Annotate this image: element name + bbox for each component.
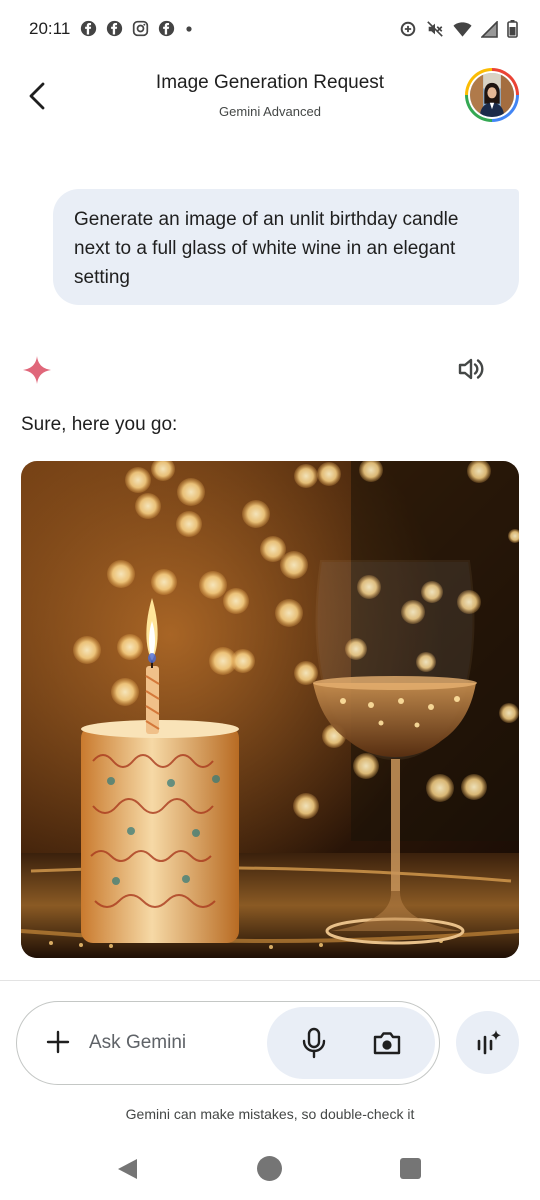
response-text: Sure, here you go: bbox=[21, 414, 178, 435]
data-saver-icon bbox=[400, 21, 416, 37]
status-time: 20:11 bbox=[29, 19, 71, 38]
facebook-icon bbox=[80, 20, 97, 37]
nav-home-button[interactable] bbox=[257, 1156, 282, 1181]
nav-back-icon[interactable] bbox=[116, 1157, 138, 1181]
profile-photo bbox=[470, 73, 514, 117]
divider bbox=[0, 980, 540, 981]
facebook-icon bbox=[106, 20, 123, 37]
camera-icon bbox=[373, 1032, 401, 1055]
plus-icon bbox=[46, 1030, 70, 1054]
system-nav-bar bbox=[0, 1140, 540, 1200]
conversation-title: Image Generation Request bbox=[155, 72, 385, 93]
avatar[interactable] bbox=[465, 68, 519, 122]
input-actions bbox=[267, 1007, 435, 1079]
user-message-bubble[interactable]: Generate an image of an unlit birthday c… bbox=[53, 189, 519, 305]
wifi-icon bbox=[453, 21, 472, 37]
notification-icons bbox=[80, 20, 194, 37]
status-bar: 20:11 bbox=[0, 0, 540, 60]
system-status-icons bbox=[399, 20, 518, 38]
disclaimer-text: Gemini can make mistakes, so double-chec… bbox=[125, 1106, 415, 1122]
dot-icon bbox=[186, 26, 192, 32]
microphone-icon bbox=[302, 1027, 326, 1059]
read-aloud-button[interactable] bbox=[455, 353, 487, 385]
camera-button[interactable] bbox=[371, 1027, 403, 1059]
battery-icon bbox=[507, 20, 518, 38]
prompt-input-bar bbox=[16, 1001, 440, 1085]
speaker-icon bbox=[458, 358, 484, 380]
mute-icon bbox=[427, 21, 443, 37]
add-attachment-button[interactable] bbox=[43, 1027, 73, 1057]
live-sparkle-icon bbox=[477, 1029, 501, 1054]
app-header: Image Generation Request Gemini Advanced bbox=[0, 62, 540, 132]
generated-image[interactable] bbox=[21, 461, 519, 958]
model-name: Gemini Advanced bbox=[219, 104, 321, 119]
instagram-icon bbox=[132, 20, 149, 37]
nav-recents-button[interactable] bbox=[400, 1158, 421, 1179]
microphone-button[interactable] bbox=[300, 1027, 328, 1059]
gemini-spark-icon bbox=[23, 356, 51, 384]
ask-gemini-input[interactable] bbox=[89, 1029, 264, 1057]
signal-icon bbox=[481, 20, 498, 38]
facebook-icon bbox=[158, 20, 175, 37]
gemini-live-button[interactable] bbox=[456, 1011, 519, 1074]
